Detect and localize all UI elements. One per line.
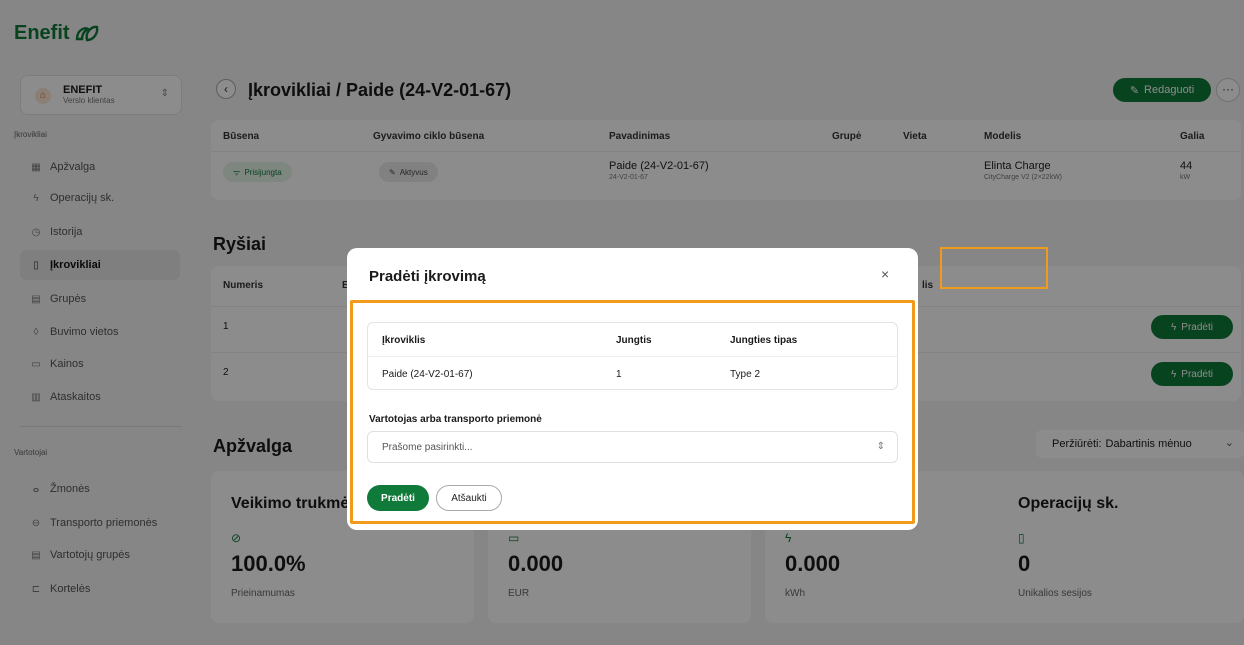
start-button-highlight bbox=[940, 247, 1048, 289]
user-vehicle-label: Vartotojas arba transporto priemonė bbox=[369, 414, 542, 425]
start-charging-modal: Pradėti įkrovimą × Įkroviklis Jungtis Ju… bbox=[347, 248, 918, 530]
modal-cancel-button[interactable]: Atšaukti bbox=[436, 485, 502, 511]
col-connector-type: Jungties tipas bbox=[730, 335, 798, 346]
cell-charger: Paide (24-V2-01-67) bbox=[382, 369, 473, 380]
cell-connector: 1 bbox=[616, 369, 622, 380]
divider bbox=[368, 356, 897, 357]
cell-connector-type: Type 2 bbox=[730, 369, 761, 380]
select-placeholder: Prašome pasirinkti... bbox=[382, 441, 473, 453]
user-vehicle-select[interactable]: Prašome pasirinkti... ⇕ bbox=[367, 431, 898, 463]
modal-charger-table: Įkroviklis Jungtis Jungties tipas Paide … bbox=[367, 322, 898, 390]
col-connector: Jungtis bbox=[616, 335, 652, 346]
col-charger: Įkroviklis bbox=[382, 335, 426, 346]
modal-title: Pradėti įkrovimą bbox=[369, 268, 486, 285]
chevron-updown-icon: ⇕ bbox=[876, 441, 885, 452]
close-icon[interactable]: × bbox=[881, 266, 889, 282]
modal-start-button[interactable]: Pradėti bbox=[367, 485, 429, 511]
